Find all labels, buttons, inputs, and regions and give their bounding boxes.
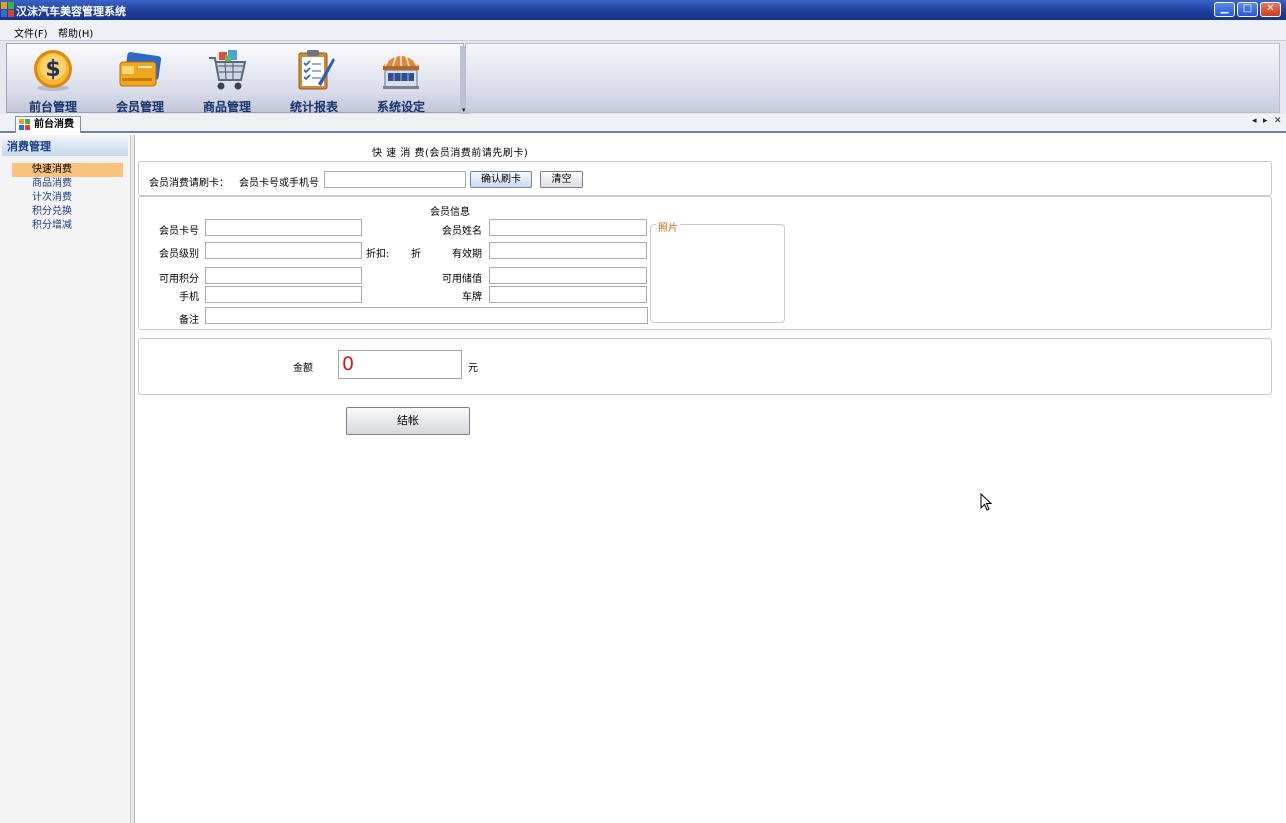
toolbar-empty-area: [465, 43, 1280, 113]
tab-strip: 前台消费 ◂ ▸ ✕: [0, 114, 1286, 133]
front-desk-label: 前台管理: [28, 100, 77, 114]
phone-field[interactable]: [205, 286, 362, 303]
system-settings-button[interactable]: 系统设定: [359, 46, 443, 114]
photo-label: 照片: [656, 219, 680, 234]
front-desk-button[interactable]: $ 前台管理: [11, 46, 95, 114]
card-or-phone-label: 会员卡号或手机号: [239, 178, 319, 189]
phone-label: 手机: [179, 292, 199, 303]
tab-prev-icon[interactable]: ◂: [1252, 116, 1257, 126]
tab-label: 前台消费: [34, 119, 74, 130]
discount-value: 折: [411, 249, 421, 260]
mouse-cursor-icon: [980, 493, 992, 511]
card-no-label: 会员卡号: [159, 226, 199, 237]
available-balance-label: 可用储值: [442, 274, 482, 285]
main-content: 快 速 消 费(会员消费前请先刷卡) 会员消费请刷卡： 会员卡号或手机号 确认刷…: [136, 135, 1286, 823]
clear-button[interactable]: 清空: [540, 171, 583, 188]
member-management-button[interactable]: 会员管理: [98, 46, 182, 114]
tab-next-icon[interactable]: ▸: [1263, 116, 1268, 126]
sidebar-header: 消费管理: [2, 138, 128, 156]
sidebar-item-count-consumption[interactable]: 计次消费: [12, 191, 123, 205]
maximize-button[interactable]: □: [1237, 2, 1258, 17]
remark-label: 备注: [179, 315, 199, 326]
clipboard-report-icon: [298, 50, 335, 90]
shopping-cart-icon: [209, 50, 247, 90]
title-bar: 汉沫汽车美容管理系统 ▁ □ ✕: [0, 0, 1286, 20]
amount-label: 金额: [293, 363, 313, 374]
member-management-label: 会员管理: [115, 100, 164, 114]
main-toolbar: $ 前台管理 会员管理 商品管理 统计报表 系统设定 ▾: [6, 43, 470, 116]
coin-dollar-icon: $: [34, 50, 72, 91]
member-name-label: 会员姓名: [442, 226, 482, 237]
page-title: 快 速 消 费(会员消费前请先刷卡): [372, 148, 529, 159]
confirm-swipe-button[interactable]: 确认刷卡: [470, 171, 532, 188]
member-info-group: 会员信息 会员卡号 会员姓名 会员级别 折扣: 折 有效期 可用积分 可用储值 …: [138, 196, 1272, 330]
photo-box: 照片: [650, 219, 785, 323]
app-logo-icon: [1, 2, 15, 17]
amount-group: 金额 0 元: [138, 338, 1272, 395]
member-info-title: 会员信息: [430, 207, 470, 218]
menu-help[interactable]: 帮助(H): [58, 25, 93, 40]
card-no-field[interactable]: [205, 219, 362, 236]
member-name-field[interactable]: [489, 219, 647, 236]
splitter[interactable]: [131, 135, 135, 823]
plate-label: 车牌: [462, 292, 482, 303]
expiry-field[interactable]: [489, 242, 647, 259]
plate-field[interactable]: [489, 286, 647, 303]
menu-bar: 文件(F) 帮助(H): [0, 20, 1286, 41]
discount-label: 折扣:: [366, 249, 390, 260]
swipe-card-group: 会员消费请刷卡： 会员卡号或手机号 确认刷卡 清空: [138, 161, 1272, 196]
toolbar-area: $ 前台管理 会员管理 商品管理 统计报表 系统设定 ▾: [0, 41, 1286, 116]
minimize-button[interactable]: ▁: [1214, 2, 1235, 17]
available-points-field[interactable]: [205, 267, 362, 284]
window-title: 汉沫汽车美容管理系统: [16, 5, 126, 18]
available-points-label: 可用积分: [159, 274, 199, 285]
amount-unit: 元: [468, 363, 478, 374]
product-management-label: 商品管理: [202, 100, 251, 114]
sidebar-item-points-adjust[interactable]: 积分增减: [12, 219, 123, 233]
tab-close-icon[interactable]: ✕: [1274, 116, 1282, 126]
statistics-report-label: 统计报表: [289, 100, 338, 114]
available-balance-field[interactable]: [489, 267, 647, 284]
product-management-button[interactable]: 商品管理: [185, 46, 269, 114]
storefront-settings-icon: [383, 54, 419, 89]
remark-field[interactable]: [205, 307, 648, 324]
member-level-field[interactable]: [205, 242, 362, 259]
tab-front-desk-consumption[interactable]: 前台消费: [15, 116, 81, 133]
expiry-label: 有效期: [452, 249, 482, 260]
menu-file[interactable]: 文件(F): [14, 25, 48, 40]
sidebar-item-quick-consumption[interactable]: 快速消费: [12, 163, 123, 177]
card-or-phone-input[interactable]: [324, 171, 466, 188]
checkout-button[interactable]: 结帐: [346, 407, 470, 435]
svg-text:$: $: [45, 57, 60, 82]
amount-field[interactable]: 0: [338, 350, 462, 379]
close-window-button[interactable]: ✕: [1260, 2, 1281, 17]
system-settings-label: 系统设定: [376, 100, 425, 114]
app-logo-icon: [19, 119, 31, 130]
member-card-icon: [119, 52, 162, 87]
sidebar-item-product-consumption[interactable]: 商品消费: [12, 177, 123, 191]
statistics-report-button[interactable]: 统计报表: [272, 46, 356, 114]
member-level-label: 会员级别: [159, 249, 199, 260]
sidebar: 消费管理 快速消费 商品消费 计次消费 积分兑换 积分增减: [0, 135, 131, 823]
sidebar-item-points-exchange[interactable]: 积分兑换: [12, 205, 123, 219]
swipe-prompt: 会员消费请刷卡：: [149, 178, 229, 189]
